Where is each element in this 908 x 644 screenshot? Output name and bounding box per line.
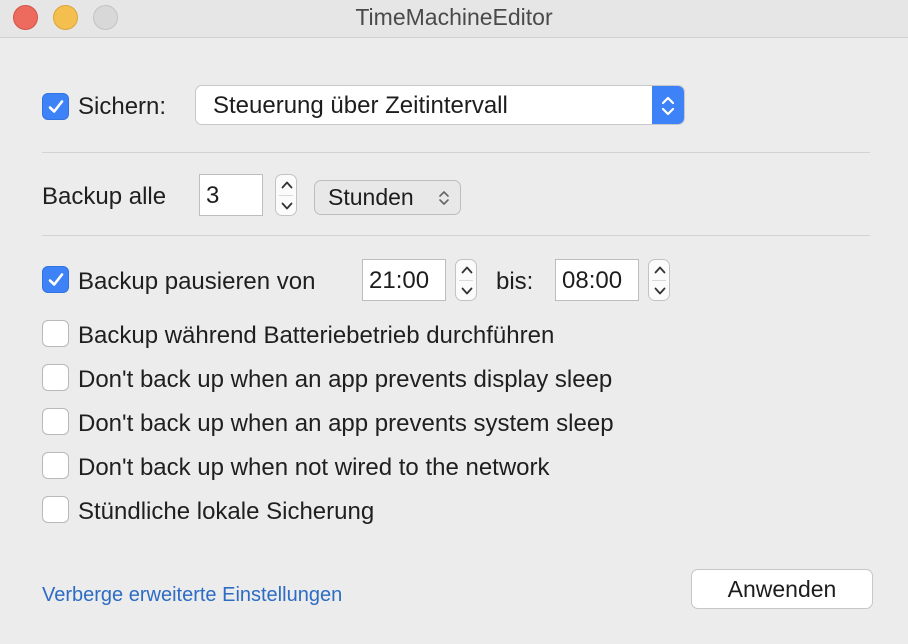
chevron-up-icon bbox=[281, 181, 293, 189]
chevron-up-icon bbox=[654, 266, 666, 274]
pause-enabled-checkbox[interactable] bbox=[42, 266, 69, 293]
pause-from-stepper[interactable] bbox=[455, 259, 477, 301]
chevron-down-icon bbox=[281, 202, 293, 210]
pause-label: Backup pausieren von bbox=[78, 268, 316, 295]
display-sleep-checkbox[interactable] bbox=[42, 364, 69, 391]
chevron-down-icon bbox=[461, 287, 473, 295]
title-bar: TimeMachineEditor bbox=[0, 0, 908, 38]
checkmark-icon bbox=[48, 100, 64, 113]
display-sleep-label: Don't back up when an app prevents displ… bbox=[78, 366, 613, 393]
battery-backup-checkbox[interactable] bbox=[42, 320, 69, 347]
battery-backup-label: Backup während Batteriebetrieb durchführ… bbox=[78, 322, 555, 349]
system-sleep-checkbox[interactable] bbox=[42, 408, 69, 435]
window-title: TimeMachineEditor bbox=[355, 4, 553, 30]
hourly-local-backup-checkbox[interactable] bbox=[42, 496, 69, 523]
hide-advanced-settings-link[interactable]: Verberge erweiterte Einstellungen bbox=[42, 584, 342, 607]
interval-label: Backup alle bbox=[42, 183, 167, 210]
chevron-up-icon bbox=[461, 266, 473, 274]
pause-from-value: 21:00 bbox=[369, 267, 430, 294]
apply-button-label: Anwenden bbox=[727, 576, 837, 602]
backup-mode-select[interactable]: Steuerung über Zeitintervall bbox=[195, 85, 685, 125]
backup-enabled-checkbox[interactable] bbox=[42, 93, 69, 120]
divider bbox=[42, 235, 870, 236]
chevron-down-icon bbox=[654, 287, 666, 295]
backup-mode-value: Steuerung über Zeitintervall bbox=[213, 92, 508, 119]
interval-unit-value: Stunden bbox=[328, 184, 414, 210]
pause-to-label: bis: bbox=[496, 268, 534, 295]
interval-value: 3 bbox=[206, 182, 220, 209]
select-arrows-icon bbox=[652, 86, 684, 124]
checkmark-icon bbox=[48, 273, 64, 286]
interval-stepper[interactable] bbox=[275, 174, 297, 216]
divider bbox=[42, 152, 870, 153]
pause-from-field[interactable]: 21:00 bbox=[362, 259, 446, 301]
hourly-local-backup-label: Stündliche lokale Sicherung bbox=[78, 498, 375, 525]
select-arrows-icon bbox=[439, 191, 449, 205]
wired-network-checkbox[interactable] bbox=[42, 452, 69, 479]
apply-button[interactable]: Anwenden bbox=[691, 569, 873, 609]
interval-value-field[interactable]: 3 bbox=[199, 174, 263, 216]
pause-to-field[interactable]: 08:00 bbox=[555, 259, 639, 301]
backup-label: Sichern: bbox=[78, 93, 167, 120]
pause-to-stepper[interactable] bbox=[648, 259, 670, 301]
system-sleep-label: Don't back up when an app prevents syste… bbox=[78, 410, 614, 437]
pause-to-value: 08:00 bbox=[562, 267, 623, 294]
wired-network-label: Don't back up when not wired to the netw… bbox=[78, 454, 550, 481]
interval-unit-select[interactable]: Stunden bbox=[314, 180, 461, 215]
